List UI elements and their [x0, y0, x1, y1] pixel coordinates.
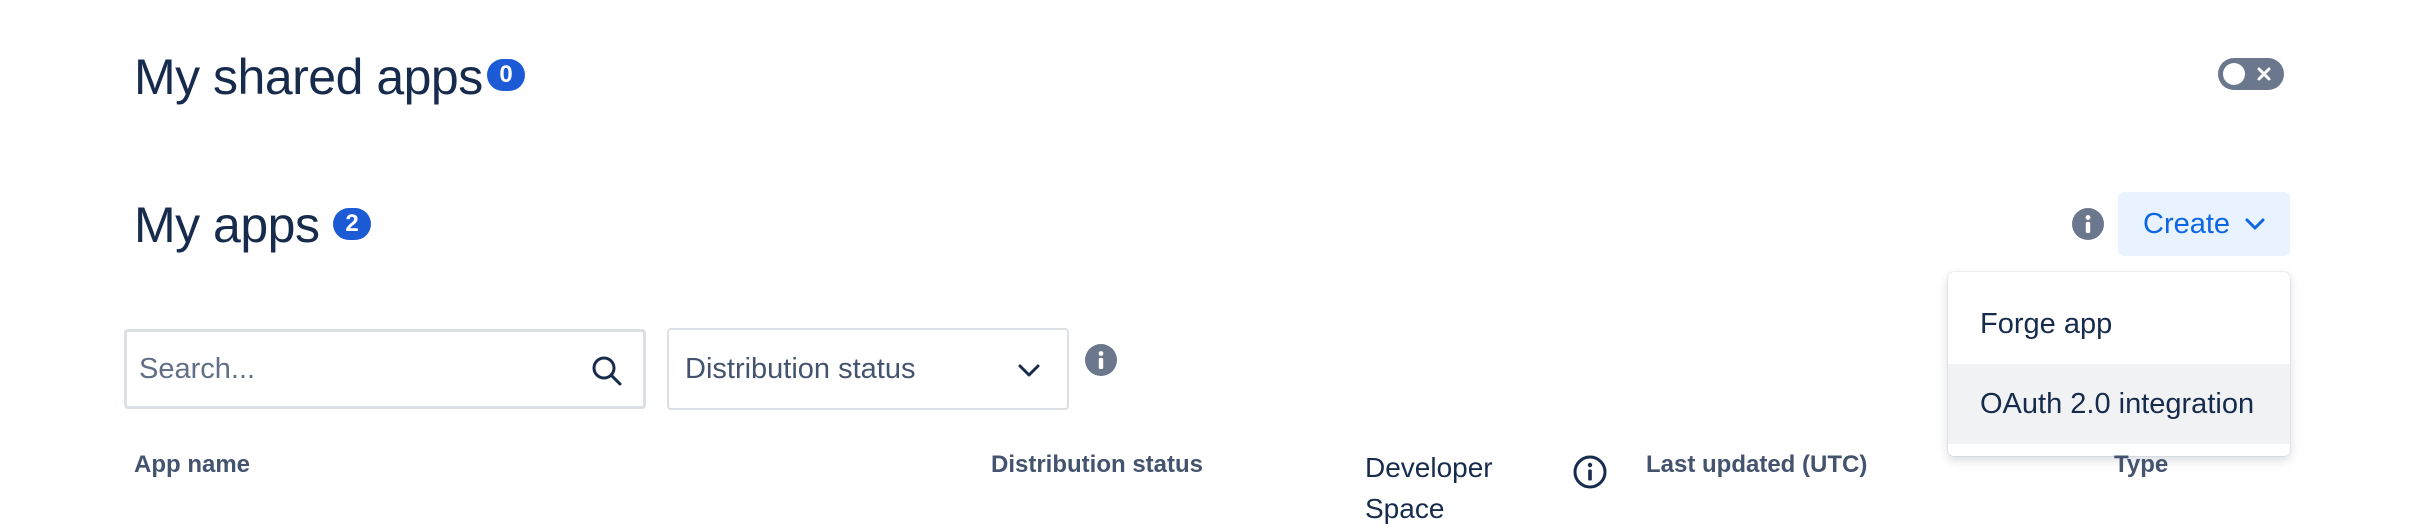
info-icon[interactable] — [2072, 208, 2104, 240]
column-header-type[interactable]: Type — [2114, 451, 2168, 479]
column-header-distribution-status[interactable]: Distribution status — [991, 451, 1203, 479]
info-glyph — [2085, 215, 2091, 233]
column-header-developer-space: Developer Space — [1365, 452, 1493, 524]
info-icon[interactable] — [1085, 344, 1117, 376]
my-apps-count-badge: 2 — [333, 208, 371, 240]
column-header-last-updated[interactable]: Last updated (UTC) — [1646, 451, 1867, 479]
chevron-down-icon — [2245, 218, 2265, 230]
menu-item-forge-app[interactable]: Forge app — [1948, 284, 2290, 364]
shared-apps-count-badge: 0 — [487, 59, 525, 91]
create-button[interactable]: Create — [2118, 192, 2290, 256]
info-glyph — [1098, 351, 1104, 369]
toggle-knob — [2223, 63, 2245, 85]
close-icon — [2257, 67, 2271, 81]
chevron-down-icon — [1018, 364, 1040, 377]
search-field[interactable] — [124, 329, 646, 409]
menu-item-label: OAuth 2.0 integration — [1980, 387, 2255, 420]
menu-item-label: Forge app — [1980, 307, 2113, 340]
search-icon[interactable] — [590, 354, 624, 388]
shared-apps-toggle[interactable] — [2218, 58, 2284, 90]
my-apps-title: My apps — [134, 197, 320, 253]
search-input[interactable] — [139, 332, 579, 406]
info-outline-icon[interactable] — [1572, 454, 1608, 490]
menu-item-oauth-integration[interactable]: OAuth 2.0 integration — [1948, 364, 2290, 444]
create-menu: Forge app OAuth 2.0 integration — [1948, 272, 2290, 456]
distribution-status-select[interactable]: Distribution status — [667, 328, 1069, 410]
distribution-status-value: Distribution status — [685, 352, 916, 385]
create-button-label: Create — [2143, 207, 2231, 240]
column-header-app-name[interactable]: App name — [134, 451, 250, 479]
shared-apps-title: My shared apps — [134, 49, 483, 105]
